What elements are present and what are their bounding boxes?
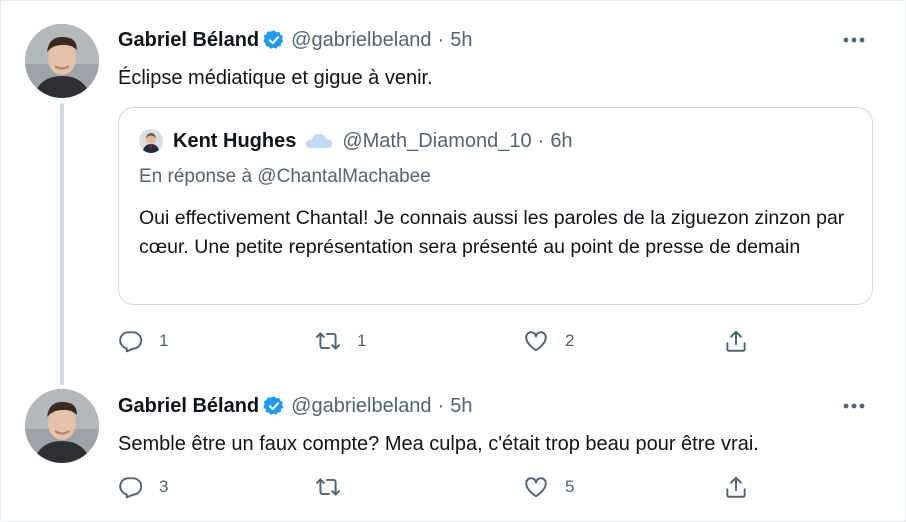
- verified-badge-icon: [263, 396, 284, 415]
- tweet-thread: Gabriel Béland @gabrielbeland · 5h Éclip…: [0, 0, 906, 522]
- tweet-actions: 3 5: [109, 467, 769, 507]
- avatar[interactable]: [25, 389, 99, 463]
- quoted-timestamp: 6h: [550, 129, 573, 152]
- more-options-button[interactable]: [841, 27, 867, 53]
- avatar[interactable]: [25, 24, 99, 98]
- quoted-tweet[interactable]: Kent Hughes @Math_Diamond_10 · 6h En rép…: [118, 107, 873, 305]
- heart-icon: [525, 477, 547, 498]
- reply-button[interactable]: 3: [117, 467, 169, 507]
- tweet-actions: 1 1 2: [109, 321, 769, 361]
- retweet-icon: [315, 332, 341, 350]
- quoted-tweet-text: Oui effectivement Chantal! Je connais au…: [139, 207, 845, 258]
- reply-context: En réponse à @ChantalMachabee: [139, 166, 431, 187]
- retweet-count: 1: [357, 331, 367, 350]
- thread-connector: [60, 103, 64, 385]
- like-count: 5: [565, 477, 575, 496]
- reply-icon: [119, 477, 143, 499]
- cloud-icon: [306, 134, 333, 148]
- like-button[interactable]: 2: [523, 321, 575, 361]
- quoted-author-name[interactable]: Kent Hughes: [173, 130, 296, 153]
- reply-icon: [119, 331, 143, 353]
- retweet-button[interactable]: 1: [315, 321, 367, 361]
- author-name[interactable]: Gabriel Béland: [118, 395, 259, 418]
- heart-icon: [525, 331, 547, 352]
- retweet-icon: [315, 478, 341, 496]
- reply-count: 1: [159, 331, 169, 350]
- tweet-header: Gabriel Béland @gabrielbeland · 5h: [118, 27, 472, 53]
- meta-separator: ·: [537, 129, 545, 152]
- tweet-text: Semble être un faux compte? Mea culpa, c…: [118, 433, 759, 455]
- share-button[interactable]: [723, 321, 749, 361]
- more-dots-icon: [843, 403, 865, 409]
- meta-separator: ·: [437, 28, 445, 51]
- reply-button[interactable]: 1: [117, 321, 169, 361]
- author-handle[interactable]: @gabrielbeland: [291, 395, 431, 418]
- more-options-button[interactable]: [841, 393, 867, 419]
- tweet[interactable]: Gabriel Béland @gabrielbeland · 5h Éclip…: [1, 1, 905, 385]
- author-name[interactable]: Gabriel Béland: [118, 29, 259, 52]
- share-icon: [726, 476, 746, 498]
- like-count: 2: [565, 331, 575, 350]
- quoted-avatar: [139, 129, 163, 153]
- quoted-tweet-header: Kent Hughes @Math_Diamond_10 · 6h: [139, 128, 573, 154]
- tweet-text: Éclipse médiatique et gigue à venir.: [118, 67, 433, 89]
- like-button[interactable]: 5: [523, 467, 575, 507]
- author-handle[interactable]: @gabrielbeland: [291, 29, 431, 52]
- tweet-timestamp[interactable]: 5h: [450, 29, 472, 52]
- share-button[interactable]: [723, 467, 749, 507]
- reply-count: 3: [159, 477, 169, 496]
- tweet[interactable]: Gabriel Béland @gabrielbeland · 5h Sembl…: [1, 371, 905, 521]
- more-dots-icon: [843, 37, 865, 43]
- share-icon: [726, 330, 746, 352]
- tweet-timestamp[interactable]: 5h: [450, 395, 472, 418]
- quoted-author-handle[interactable]: @Math_Diamond_10: [342, 130, 531, 153]
- verified-badge-icon: [263, 30, 284, 49]
- retweet-button[interactable]: [315, 467, 367, 507]
- meta-separator: ·: [437, 394, 445, 417]
- tweet-header: Gabriel Béland @gabrielbeland · 5h: [118, 393, 472, 419]
